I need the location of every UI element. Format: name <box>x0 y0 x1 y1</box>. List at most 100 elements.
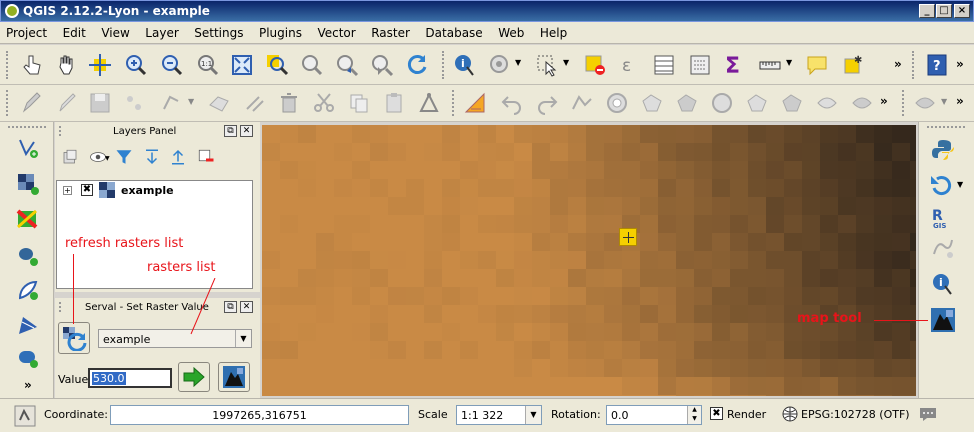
chevron-down-icon[interactable]: ▼ <box>515 58 521 67</box>
toolbar-grip[interactable] <box>927 126 965 128</box>
move-feature-icon[interactable] <box>160 91 184 115</box>
cut-features-icon[interactable] <box>312 91 336 115</box>
add-ring-icon[interactable] <box>605 91 629 115</box>
menu-layer[interactable]: Layer <box>139 22 184 44</box>
add-postgis-layer-icon[interactable] <box>16 244 40 268</box>
spin-down-icon[interactable]: ▼ <box>687 415 701 424</box>
zoom-full-icon[interactable] <box>230 53 254 77</box>
new-bookmark-icon[interactable]: ✱ <box>841 53 865 77</box>
toolbar-grip[interactable] <box>6 51 10 79</box>
expand-toggle-icon[interactable]: + <box>63 186 72 195</box>
menu-edit[interactable]: Edit <box>57 22 92 44</box>
chevron-down-icon[interactable]: ▼ <box>786 58 792 67</box>
menu-view[interactable]: View <box>95 22 135 44</box>
chevron-down-icon[interactable]: ▼ <box>941 97 947 106</box>
touch-icon[interactable] <box>20 53 44 77</box>
add-wms-layer-icon[interactable] <box>16 208 40 232</box>
collapse-all-icon[interactable] <box>169 148 187 166</box>
offset-curve-icon[interactable] <box>815 91 839 115</box>
raster-select[interactable]: example ▼ <box>98 329 252 348</box>
set-raster-value-map-tool-icon[interactable] <box>931 308 955 332</box>
toolbar-overflow-icon[interactable]: » <box>956 57 964 71</box>
select-features-icon[interactable] <box>535 53 559 77</box>
toolbar-grip[interactable] <box>6 90 10 116</box>
menu-plugins[interactable]: Plugins <box>253 22 308 44</box>
python-console-icon[interactable] <box>931 138 955 162</box>
add-part-icon[interactable] <box>640 91 664 115</box>
add-vector-layer-icon[interactable] <box>16 136 40 160</box>
map-tips-icon[interactable] <box>805 53 829 77</box>
zoom-to-layer-icon[interactable] <box>300 53 324 77</box>
add-oracle-layer-icon[interactable] <box>16 346 40 370</box>
apply-value-button[interactable] <box>178 362 210 392</box>
menu-database[interactable]: Database <box>419 22 488 44</box>
rotation-spinbox[interactable]: 0.0 ▲ ▼ <box>606 405 702 425</box>
remove-layer-icon[interactable] <box>197 148 215 166</box>
scale-combo[interactable]: 1:1 322 ▼ <box>456 405 542 425</box>
toolbar-grip[interactable] <box>8 126 46 128</box>
actions-icon[interactable] <box>488 53 512 77</box>
node-edit-icon[interactable] <box>243 91 267 115</box>
close-button[interactable]: × <box>954 4 970 18</box>
maximize-button[interactable]: □ <box>936 4 952 18</box>
current-edits-icon[interactable] <box>20 91 44 115</box>
annotation-tool-icon[interactable] <box>913 91 937 115</box>
delete-selected-icon[interactable] <box>277 91 301 115</box>
zoom-out-icon[interactable] <box>160 53 184 77</box>
save-edits-icon[interactable] <box>88 91 112 115</box>
toolbar-overflow-icon[interactable]: » <box>880 94 888 108</box>
menu-help[interactable]: Help <box>534 22 573 44</box>
chevron-down-icon[interactable]: ▼ <box>105 155 110 162</box>
close-panel-button[interactable]: ✕ <box>240 301 253 313</box>
digitize-vertex-icon[interactable] <box>417 91 441 115</box>
toolbar-grip[interactable] <box>902 90 906 116</box>
undo-icon[interactable] <box>500 91 524 115</box>
minimize-button[interactable]: _ <box>919 4 935 18</box>
reshape-features-icon[interactable] <box>780 91 804 115</box>
copy-features-icon[interactable] <box>347 91 371 115</box>
menu-web[interactable]: Web <box>492 22 530 44</box>
crs-status[interactable]: EPSG:102728 (OTF) <box>801 408 910 421</box>
split-features-icon[interactable] <box>850 91 874 115</box>
identify-icon[interactable]: i <box>453 53 477 77</box>
grass-gis-icon[interactable]: RGIS <box>931 206 955 230</box>
label-tool-icon[interactable] <box>463 91 487 115</box>
panel-grip[interactable] <box>59 126 67 136</box>
menu-vector[interactable]: Vector <box>311 22 361 44</box>
chevron-down-icon[interactable]: ▼ <box>188 97 194 106</box>
close-panel-button[interactable]: ✕ <box>240 125 253 137</box>
chevron-down-icon[interactable]: ▼ <box>235 330 251 347</box>
layer-name[interactable]: example <box>121 184 174 197</box>
toolbar-grip[interactable] <box>452 90 456 116</box>
globe-crs-icon[interactable] <box>782 406 798 422</box>
zoom-next-icon[interactable] <box>370 53 394 77</box>
measure-line-icon[interactable] <box>758 53 782 77</box>
simplify-feature-icon[interactable] <box>570 91 594 115</box>
identify-raster-icon[interactable]: i <box>931 272 955 296</box>
zoom-last-icon[interactable] <box>335 53 359 77</box>
statistics-sigma-icon[interactable]: Σ <box>722 53 746 77</box>
spin-up-icon[interactable]: ▲ <box>687 406 701 415</box>
delete-part-icon[interactable] <box>745 91 769 115</box>
paste-features-icon[interactable] <box>382 91 406 115</box>
node-tool-icon[interactable] <box>207 91 231 115</box>
layer-visibility-checkbox[interactable]: ✖ <box>81 184 93 196</box>
field-calculator-icon[interactable] <box>688 53 712 77</box>
toolbar-grip[interactable] <box>442 51 446 79</box>
zoom-to-selection-icon[interactable] <box>265 53 289 77</box>
value-input[interactable]: 530.0 <box>88 368 172 388</box>
menu-raster[interactable]: Raster <box>365 22 416 44</box>
menu-project[interactable]: Project <box>0 22 53 44</box>
attribute-table-icon[interactable] <box>652 53 676 77</box>
render-checkbox[interactable]: ✖ <box>710 407 723 420</box>
toggle-editing-icon[interactable] <box>55 91 79 115</box>
toolbar-overflow-icon[interactable]: » <box>956 94 964 108</box>
zoom-in-icon[interactable] <box>124 53 148 77</box>
messages-log-icon[interactable] <box>14 405 36 427</box>
add-mssql-layer-icon[interactable] <box>16 314 40 338</box>
menu-settings[interactable]: Settings <box>188 22 249 44</box>
zoom-actual-size-icon[interactable]: 1:1 <box>196 53 220 77</box>
panel-grip[interactable] <box>59 302 67 312</box>
add-feature-icon[interactable] <box>122 91 146 115</box>
toolbar-overflow-icon[interactable]: » <box>24 378 32 392</box>
